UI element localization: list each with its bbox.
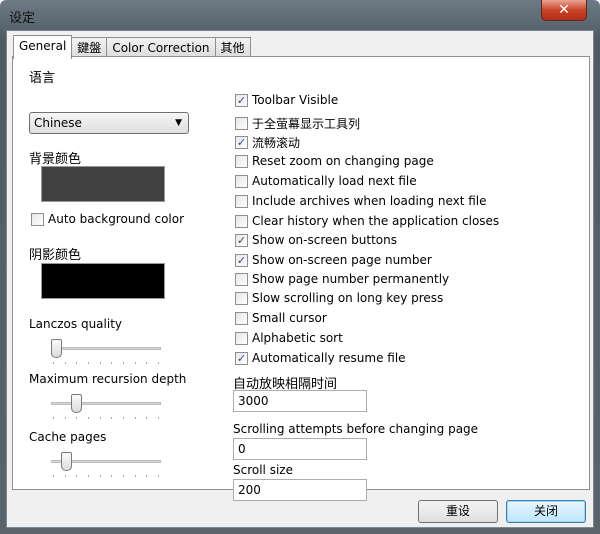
auto-bg-label: Auto background color — [48, 212, 185, 226]
window-title: 设定 — [9, 11, 36, 26]
bg-color-swatch[interactable] — [41, 166, 165, 202]
dialog-client: General 鍵盤 Color Correction 其他 语言 Chines… — [6, 30, 594, 528]
tab-keyboard[interactable]: 鍵盤 — [71, 37, 108, 58]
option-checkbox[interactable]: ✓ Automatically resume file — [235, 351, 406, 365]
slider-thumb[interactable] — [51, 339, 62, 358]
option-label: Automatically load next file — [252, 174, 417, 188]
slider-thumb[interactable] — [60, 452, 72, 471]
option-checkbox[interactable]: ✓ 流畅滚动 — [235, 134, 300, 151]
checkbox-icon — [31, 212, 44, 226]
option-label: Alphabetic sort — [252, 331, 343, 345]
general-panel: 语言 Chinese ▼ 背景颜色 Auto background color 阴… — [12, 56, 590, 501]
shadow-color-swatch[interactable] — [41, 263, 165, 299]
language-select[interactable]: Chinese ▼ — [29, 112, 189, 134]
close-dialog-button[interactable]: 关闭 — [506, 500, 586, 523]
tab-other[interactable]: 其他 — [214, 37, 251, 58]
option-checkbox[interactable]: ✓ Show on-screen buttons — [235, 233, 397, 247]
slider[interactable] — [51, 392, 161, 422]
slider-ticks — [53, 417, 159, 419]
slider-label: Maximum recursion depth — [29, 372, 187, 386]
option-checkbox[interactable]: Slow scrolling on long key press — [235, 291, 443, 305]
slider-label: Cache pages — [29, 430, 107, 444]
auto-bg-checkbox[interactable]: Auto background color — [31, 212, 184, 226]
checkbox-icon — [235, 331, 248, 345]
checkbox-icon — [235, 272, 248, 286]
option-checkbox[interactable]: Reset zoom on changing page — [235, 154, 434, 168]
settings-window: 设定 ✕ General 鍵盤 Color Correction 其他 语言 C… — [0, 0, 600, 534]
field-input[interactable]: 3000 — [233, 390, 367, 412]
slider-track — [51, 402, 161, 405]
option-label: Include archives when loading next file — [252, 194, 487, 208]
option-label: 流畅滚动 — [252, 136, 301, 150]
option-checkbox[interactable]: ✓ Show on-screen page number — [235, 253, 432, 267]
slider-thumb[interactable] — [70, 394, 82, 413]
checkbox-icon: ✓ — [235, 253, 248, 267]
checkbox-icon — [235, 174, 248, 188]
tab-color-correction[interactable]: Color Correction — [106, 37, 216, 58]
checkbox-icon — [235, 194, 248, 208]
option-label: Show on-screen buttons — [252, 233, 398, 247]
slider[interactable] — [51, 337, 161, 367]
field-label: Scrolling attempts before changing page — [233, 422, 479, 436]
slider[interactable] — [51, 450, 161, 480]
checkbox-icon — [235, 117, 248, 130]
bg-color-label: 背景颜色 — [29, 152, 82, 167]
option-label: Show page number permanently — [252, 272, 450, 286]
option-label: 于全萤幕显示工具列 — [252, 117, 361, 131]
tab-general[interactable]: General — [13, 35, 73, 59]
checkbox-icon — [235, 154, 248, 168]
slider-track — [51, 347, 161, 350]
checkbox-icon: ✓ — [235, 93, 248, 107]
checkbox-icon — [235, 311, 248, 325]
option-label: Slow scrolling on long key press — [252, 291, 444, 305]
close-button[interactable]: ✕ — [541, 0, 587, 21]
language-value: Chinese — [34, 116, 82, 130]
option-checkbox[interactable]: Automatically load next file — [235, 174, 417, 188]
option-label: Clear history when the application close… — [252, 214, 500, 228]
checkbox-icon: ✓ — [235, 233, 248, 247]
field-input[interactable]: 200 — [233, 479, 367, 501]
option-label: Small cursor — [252, 311, 327, 325]
option-checkbox[interactable]: ✓ Toolbar Visible — [235, 93, 338, 107]
option-checkbox[interactable]: Clear history when the application close… — [235, 214, 499, 228]
checkbox-icon: ✓ — [235, 136, 248, 149]
option-checkbox[interactable]: Show page number permanently — [235, 272, 449, 286]
option-label: Toolbar Visible — [252, 93, 339, 107]
slider-label: Lanczos quality — [29, 317, 122, 331]
chevron-down-icon: ▼ — [175, 118, 182, 128]
reset-button[interactable]: 重设 — [418, 500, 498, 523]
checkbox-icon: ✓ — [235, 351, 248, 365]
checkbox-icon — [235, 291, 248, 305]
checkbox-icon — [235, 214, 248, 228]
option-checkbox[interactable]: Small cursor — [235, 311, 327, 325]
language-label: 语言 — [29, 71, 56, 86]
field-label: Scroll size — [233, 463, 293, 477]
option-label: Automatically resume file — [252, 351, 406, 365]
shadow-color-label: 阴影颜色 — [29, 248, 82, 263]
option-label: Reset zoom on changing page — [252, 154, 434, 168]
option-checkbox[interactable]: Include archives when loading next file — [235, 194, 487, 208]
close-icon: ✕ — [558, 2, 570, 18]
field-input[interactable]: 0 — [233, 438, 367, 460]
option-checkbox[interactable]: Alphabetic sort — [235, 331, 343, 345]
option-label: Show on-screen page number — [252, 253, 432, 267]
option-checkbox[interactable]: 于全萤幕显示工具列 — [235, 115, 360, 132]
slider-ticks — [53, 362, 159, 364]
slider-ticks — [53, 475, 159, 477]
